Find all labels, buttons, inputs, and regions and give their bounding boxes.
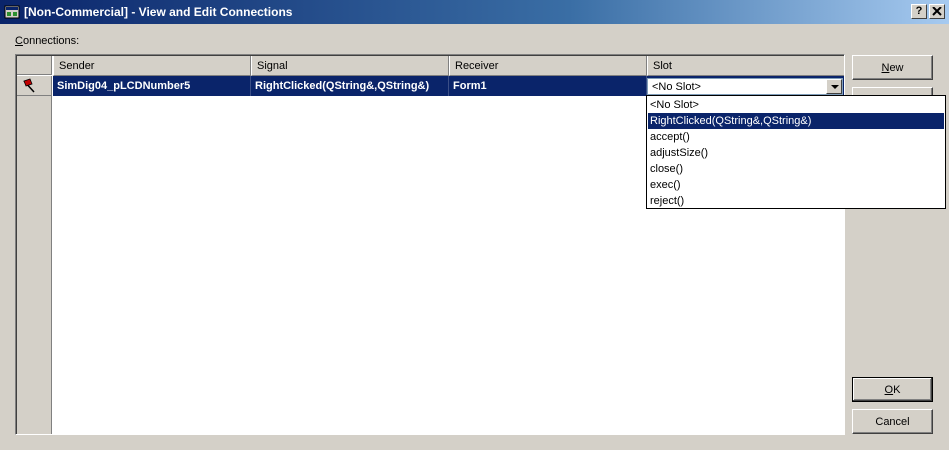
cell-signal[interactable]: RightClicked(QString&,QString&) xyxy=(251,76,449,96)
window-title: [Non-Commercial] - View and Edit Connect… xyxy=(24,5,293,19)
column-header-signal[interactable]: Signal xyxy=(251,56,449,76)
ok-button[interactable]: OK xyxy=(852,377,933,402)
slot-dropdown-list[interactable]: <No Slot> RightClicked(QString&,QString&… xyxy=(646,95,946,209)
slot-option-no-slot[interactable]: <No Slot> xyxy=(648,97,944,113)
cell-receiver[interactable]: Form1 xyxy=(449,76,647,96)
slot-combobox-value: <No Slot> xyxy=(652,81,701,93)
cell-sender[interactable]: SimDig04_pLCDNumber5 xyxy=(53,76,251,96)
column-header-receiver[interactable]: Receiver xyxy=(449,56,647,76)
title-bar: [Non-Commercial] - View and Edit Connect… xyxy=(0,0,949,24)
connections-label: Connections: xyxy=(15,35,80,47)
row-header[interactable] xyxy=(17,76,52,96)
help-button[interactable]: ? xyxy=(911,4,927,19)
close-button[interactable] xyxy=(929,4,945,19)
new-button[interactable]: New xyxy=(852,55,933,80)
row-header-gutter xyxy=(17,76,52,434)
column-header-slot[interactable]: Slot xyxy=(647,56,844,76)
slot-option-close[interactable]: close() xyxy=(648,161,944,177)
slot-option-rightclicked[interactable]: RightClicked(QString&,QString&) xyxy=(648,113,944,129)
slot-combobox[interactable]: <No Slot> xyxy=(647,78,843,95)
app-window-icon xyxy=(4,4,20,20)
cancel-button[interactable]: Cancel xyxy=(852,409,933,434)
slot-option-adjustsize[interactable]: adjustSize() xyxy=(648,145,944,161)
slot-option-accept[interactable]: accept() xyxy=(648,129,944,145)
chevron-down-icon xyxy=(831,85,839,89)
connection-flag-icon xyxy=(21,78,37,97)
slot-dropdown-button[interactable] xyxy=(826,79,842,94)
slot-option-exec[interactable]: exec() xyxy=(648,177,944,193)
slot-option-reject[interactable]: reject() xyxy=(648,193,944,209)
column-header-sender[interactable]: Sender xyxy=(53,56,251,76)
table-corner xyxy=(17,56,52,75)
close-icon xyxy=(932,6,942,19)
table-header: Sender Signal Receiver Slot xyxy=(53,56,844,76)
